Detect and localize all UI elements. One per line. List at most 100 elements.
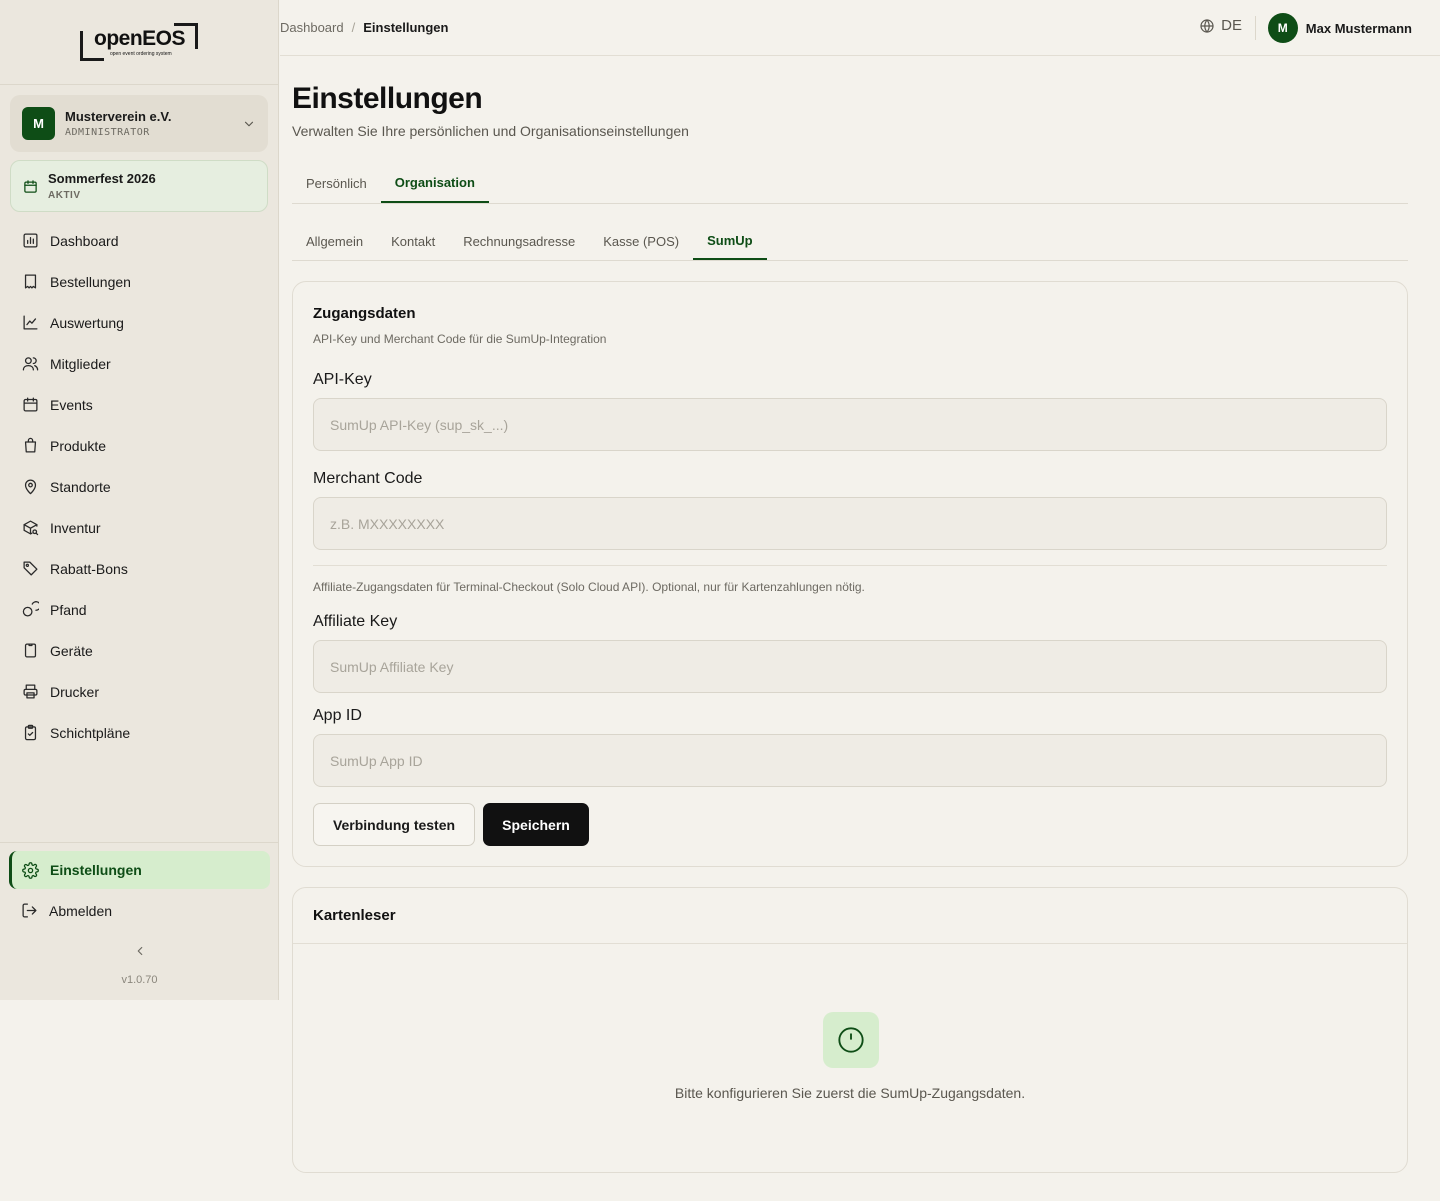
globe-icon [1200,18,1214,33]
sidebar-item-label: Einstellungen [50,862,142,878]
trend-line-icon [23,315,38,330]
sidebar-item-label: Abmelden [49,902,113,919]
empty-state-message: Bitte konfigurieren Sie zuerst die SumUp… [674,1085,1026,1101]
api-key-label: API-Key [313,371,372,388]
subtab-sumup[interactable]: SumUp [693,222,767,260]
language-switcher[interactable]: DE [1199,17,1242,34]
sidebar-footer: Einstellungen Abmelden v1.0.70 [0,842,279,986]
subtab-kontakt[interactable]: Kontakt [377,222,449,260]
sidebar-item-geraete[interactable]: Geräte [10,630,268,671]
logout-icon [22,903,37,918]
sidebar-item-label: Schichtpläne [50,724,131,741]
clipboard-check-icon [24,724,37,741]
card-readers-card: Kartenleser Bitte konfigurieren Sie zuer… [292,887,1408,1173]
calendar-icon [24,179,37,193]
api-key-input[interactable] [313,398,1387,451]
sidebar-item-auswertung[interactable]: Auswertung [10,302,268,343]
breadcrumb: Dashboard / Einstellungen [280,20,448,35]
calendar-icon [23,397,38,412]
sidebar-item-abmelden[interactable]: Abmelden [9,890,270,931]
event-status-badge: AKTIV [48,190,81,201]
chevron-left-icon [137,946,142,956]
map-pin-icon [24,479,37,495]
card-title: Zugangsdaten [313,305,416,322]
logo-area: openEOS open event ordering system [0,0,278,85]
sidebar-item-label: Produkte [50,437,107,454]
sidebar-item-events[interactable]: Events [10,384,268,425]
page-title: Einstellungen [292,82,483,115]
sidebar-item-schichtplaene[interactable]: Schichtpläne [10,712,268,753]
sidebar-item-mitglieder[interactable]: Mitglieder [10,343,268,384]
org-avatar: M [22,107,55,140]
settings-tabs: Persönlich Organisation [292,164,1408,204]
tablet-icon [24,643,37,658]
save-button[interactable]: Speichern [483,803,589,846]
collapse-sidebar-button[interactable] [9,931,270,971]
sidebar-item-inventur[interactable]: Inventur [10,507,268,548]
subtab-allgemein[interactable]: Allgemein [292,222,377,260]
sidebar-item-drucker[interactable]: Drucker [10,671,268,712]
package-search-icon [23,520,39,536]
shopping-bag-icon [24,437,37,453]
alert-circle-icon [823,1012,879,1068]
users-icon [22,357,39,371]
tag-icon [23,561,38,576]
card-description: API-Key und Merchant Code für die SumUp-… [313,332,607,346]
page-subtitle: Verwalten Sie Ihre persönlichen und Orga… [292,123,689,139]
affiliate-hint: Affiliate-Zugangsdaten für Terminal-Chec… [313,580,865,594]
sidebar: openEOS open event ordering system M Mus… [0,0,279,1000]
sidebar-item-label: Events [50,396,93,413]
sumup-credentials-card: Zugangsdaten API-Key und Merchant Code f… [292,281,1408,867]
active-event-card[interactable]: Sommerfest 2026 AKTIV [10,160,268,212]
merchant-code-label: Merchant Code [313,470,423,487]
test-connection-button[interactable]: Verbindung testen [313,803,475,846]
sidebar-item-label: Inventur [50,519,101,536]
sidebar-item-label: Standorte [50,478,111,495]
sidebar-item-label: Mitglieder [50,355,111,372]
sidebar-item-label: Auswertung [50,314,124,331]
chevron-down-icon [244,121,254,126]
subtab-rechnungsadresse[interactable]: Rechnungsadresse [449,222,589,260]
sidebar-item-label: Bestellungen [50,273,131,290]
avatar: M [1267,13,1298,43]
breadcrumb-current: Einstellungen [363,20,449,35]
language-code: DE [1221,17,1242,34]
app-id-label: App ID [313,707,362,724]
receipt-icon [24,274,37,289]
subtab-kasse-pos[interactable]: Kasse (POS) [589,222,693,260]
sidebar-item-bestellungen[interactable]: Bestellungen [10,261,268,302]
organization-switcher[interactable]: M Musterverein e.V. ADMINISTRATOR [10,95,268,152]
breadcrumb-dashboard-link[interactable]: Dashboard [280,20,344,35]
tab-persoenlich[interactable]: Persönlich [292,164,381,203]
top-bar: Dashboard / Einstellungen DE M Max Muste… [280,0,1440,56]
merchant-code-input[interactable] [313,497,1387,550]
sidebar-item-label: Rabatt-Bons [50,560,128,577]
coins-icon [22,601,39,617]
user-menu[interactable]: M Max Mustermann [1267,13,1412,43]
sidebar-item-label: Geräte [50,642,93,659]
topbar-divider [1255,16,1256,40]
printer-icon [23,684,38,699]
affiliate-key-label: Affiliate Key [313,613,398,630]
sidebar-item-einstellungen[interactable]: Einstellungen [9,851,270,889]
sidebar-item-pfand[interactable]: Pfand [10,589,268,630]
sidebar-item-rabatt-bons[interactable]: Rabatt-Bons [10,548,268,589]
sidebar-item-standorte[interactable]: Standorte [10,466,268,507]
section-divider [313,565,1387,566]
user-name: Max Mustermann [1305,20,1412,36]
sidebar-item-dashboard[interactable]: Dashboard [10,220,268,261]
tab-organisation[interactable]: Organisation [380,164,489,203]
sidebar-item-label: Drucker [50,683,100,700]
sidebar-item-label: Dashboard [50,232,119,249]
app-version: v1.0.70 [121,974,158,986]
breadcrumb-separator: / [351,20,356,35]
app-id-input[interactable] [313,734,1387,787]
gear-icon [22,861,39,879]
card-readers-title: Kartenleser [293,888,1407,944]
org-role: ADMINISTRATOR [65,127,150,138]
bar-chart-icon [23,233,38,248]
organisation-subtabs: Allgemein Kontakt Rechnungsadresse Kasse… [292,222,1408,261]
openeos-logo[interactable]: openEOS open event ordering system [80,23,198,61]
sidebar-item-produkte[interactable]: Produkte [10,425,268,466]
affiliate-key-input[interactable] [313,640,1387,693]
